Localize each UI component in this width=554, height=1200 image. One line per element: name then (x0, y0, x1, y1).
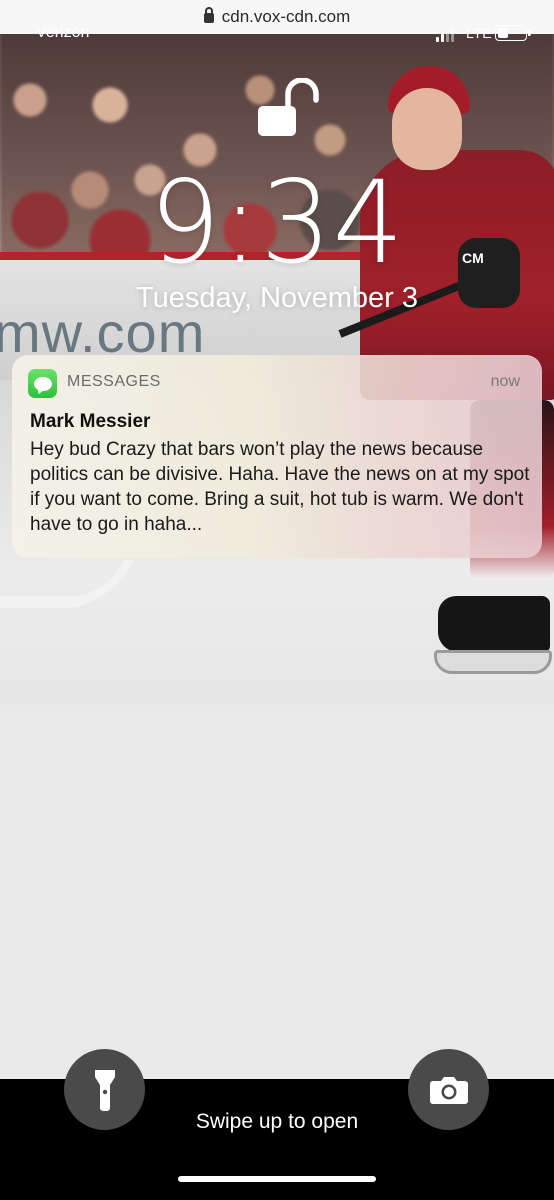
player-skate (438, 596, 550, 652)
signal-strength-icon (436, 28, 454, 42)
lock-screen-date: Tuesday, November 3 (135, 282, 419, 314)
notification-message-body: Hey bud Crazy that bars won’t play the n… (30, 439, 530, 535)
message-bubble-icon (33, 376, 52, 391)
flashlight-icon (94, 1069, 115, 1111)
unlocked-padlock-icon (258, 78, 319, 136)
message-notification[interactable]: MESSAGES now Mark Messier Hey bud Crazy … (12, 355, 542, 558)
status-bar: Verizon LTE (0, 22, 554, 46)
camera-icon (429, 1076, 468, 1104)
battery-level (498, 28, 509, 38)
home-indicator[interactable] (178, 1176, 376, 1182)
notification-app-name: MESSAGES (67, 373, 161, 390)
skate-blade (434, 650, 552, 674)
notification-sender: Mark Messier (30, 411, 151, 432)
network-type-label: LTE (466, 25, 493, 41)
carrier-label: Verizon (36, 24, 90, 41)
lock-screen-time: 9:34 (149, 156, 405, 290)
notification-timestamp: now (490, 373, 520, 390)
swipe-up-hint: Swipe up to open (195, 1110, 359, 1133)
battery-icon (495, 25, 531, 41)
messages-app-icon (28, 369, 57, 398)
